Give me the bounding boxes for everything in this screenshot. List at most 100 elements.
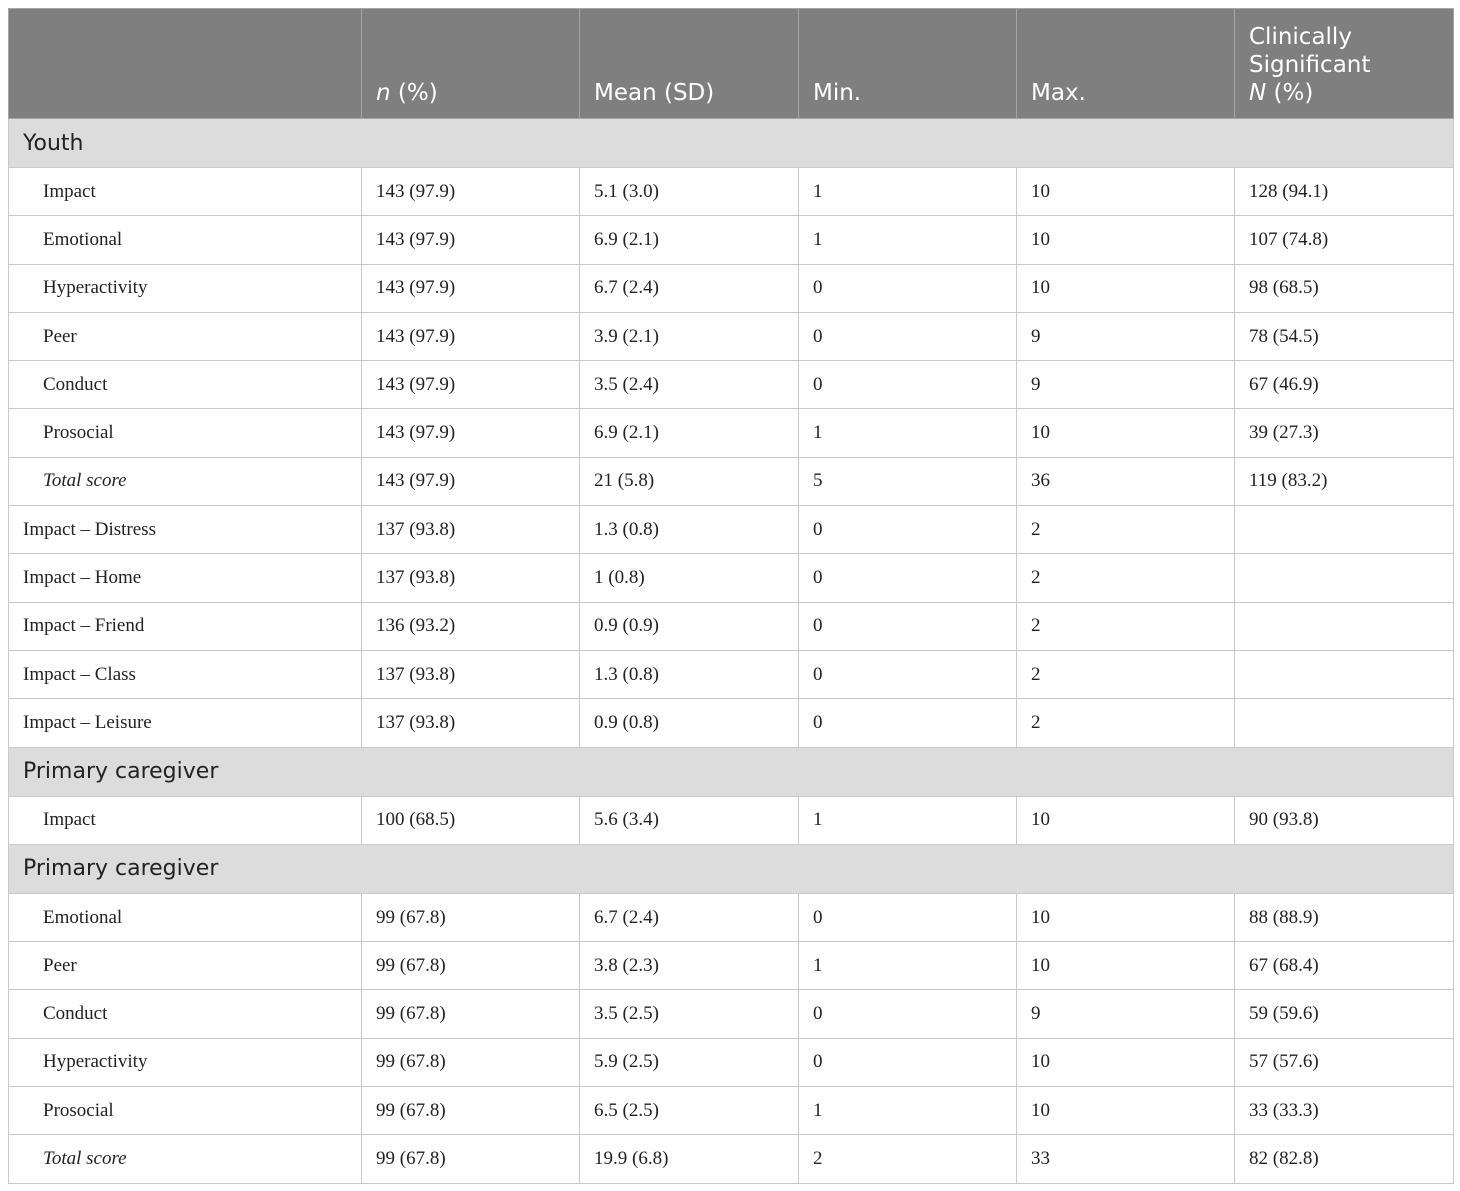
cell-mean-sd: 5.6 (3.4)	[579, 795, 799, 845]
cell-clinically-significant: 67 (68.4)	[1234, 941, 1454, 991]
section-label: Primary caregiver	[8, 746, 1454, 797]
header-min: Min.	[798, 8, 1017, 119]
cell-min: 0	[798, 553, 1017, 603]
header-cs-rest: (%)	[1266, 80, 1314, 106]
cell-mean-sd: 21 (5.8)	[579, 456, 799, 507]
cell-max: 36	[1016, 456, 1235, 507]
row-label: Conduct	[8, 989, 362, 1039]
cell-mean-sd: 1 (0.8)	[579, 553, 799, 603]
row-label: Emotional	[8, 215, 362, 265]
section-row: Primary caregiver	[8, 843, 1454, 894]
cell-mean-sd: 0.9 (0.8)	[579, 698, 799, 748]
cell-min: 0	[798, 311, 1017, 362]
cell-mean-sd: 5.9 (2.5)	[579, 1037, 799, 1088]
row-label: Total score	[8, 1134, 362, 1184]
row-label: Conduct	[8, 360, 362, 410]
table-row: Emotional 99 (67.8) 6.7 (2.4) 0 10 88 (88.9)	[8, 892, 1454, 943]
table-row: Impact – Leisure 137 (93.8) 0.9 (0.8) 0 2	[8, 698, 1454, 748]
cell-mean-sd: 19.9 (6.8)	[579, 1134, 799, 1184]
header-cs-line3: N (%)	[1249, 79, 1439, 107]
section-label: Primary caregiver	[8, 843, 1454, 894]
cell-n-percent: 99 (67.8)	[361, 892, 580, 943]
table-row: Impact – Home 137 (93.8) 1 (0.8) 0 2	[8, 553, 1454, 603]
row-label: Prosocial	[8, 408, 362, 458]
cell-mean-sd: 6.7 (2.4)	[579, 263, 799, 313]
cell-min: 1	[798, 941, 1017, 991]
cell-min: 0	[798, 263, 1017, 313]
table-row: Prosocial 143 (97.9) 6.9 (2.1) 1 10 39 (27.3)	[8, 408, 1454, 458]
cell-max: 10	[1016, 263, 1235, 313]
row-label: Hyperactivity	[8, 263, 362, 313]
cell-clinically-significant: 90 (93.8)	[1234, 795, 1454, 845]
table-row: Impact – Distress 137 (93.8) 1.3 (0.8) 0 2	[8, 505, 1454, 555]
cell-mean-sd: 3.5 (2.5)	[579, 989, 799, 1039]
cell-mean-sd: 3.5 (2.4)	[579, 360, 799, 410]
cell-max: 9	[1016, 360, 1235, 410]
cell-mean-sd: 6.7 (2.4)	[579, 892, 799, 943]
cell-n-percent: 99 (67.8)	[361, 941, 580, 991]
cell-max: 2	[1016, 553, 1235, 603]
cell-clinically-significant: 57 (57.6)	[1234, 1037, 1454, 1088]
cell-n-percent: 143 (97.9)	[361, 263, 580, 313]
cell-min: 0	[798, 698, 1017, 748]
cell-clinically-significant: 78 (54.5)	[1234, 311, 1454, 362]
cell-min: 1	[798, 215, 1017, 265]
cell-min: 1	[798, 166, 1017, 217]
cell-min: 0	[798, 505, 1017, 555]
cell-max: 10	[1016, 795, 1235, 845]
cell-min: 0	[798, 892, 1017, 943]
cell-min: 0	[798, 989, 1017, 1039]
cell-clinically-significant	[1234, 553, 1454, 603]
row-label: Peer	[8, 941, 362, 991]
cell-n-percent: 143 (97.9)	[361, 408, 580, 458]
cell-max: 2	[1016, 601, 1235, 651]
cell-n-percent: 143 (97.9)	[361, 456, 580, 507]
cell-clinically-significant	[1234, 698, 1454, 748]
section-row: Primary caregiver	[8, 746, 1454, 797]
cell-min: 5	[798, 456, 1017, 507]
cell-clinically-significant: 88 (88.9)	[1234, 892, 1454, 943]
header-n-rest: (%)	[390, 80, 438, 106]
row-label: Impact – Friend	[8, 601, 362, 651]
cell-max: 10	[1016, 1037, 1235, 1088]
cell-mean-sd: 5.1 (3.0)	[579, 166, 799, 217]
header-max: Max.	[1016, 8, 1235, 119]
table-row: Emotional 143 (97.9) 6.9 (2.1) 1 10 107 (74.8…	[8, 215, 1454, 265]
cell-min: 0	[798, 1037, 1017, 1088]
cell-clinically-significant: 82 (82.8)	[1234, 1134, 1454, 1184]
row-label: Impact	[8, 795, 362, 845]
row-label: Impact – Class	[8, 649, 362, 700]
row-label: Prosocial	[8, 1086, 362, 1136]
table-row: Peer 99 (67.8) 3.8 (2.3) 1 10 67 (68.4)	[8, 941, 1454, 991]
cell-max: 2	[1016, 698, 1235, 748]
cell-n-percent: 143 (97.9)	[361, 215, 580, 265]
cell-max: 2	[1016, 505, 1235, 555]
cell-clinically-significant: 119 (83.2)	[1234, 456, 1454, 507]
cell-clinically-significant: 59 (59.6)	[1234, 989, 1454, 1039]
cell-max: 10	[1016, 166, 1235, 217]
header-clinically-significant: Clinically Significant N (%)	[1234, 8, 1454, 119]
cell-mean-sd: 6.9 (2.1)	[579, 215, 799, 265]
cell-clinically-significant: 67 (46.9)	[1234, 360, 1454, 410]
cell-min: 1	[798, 1086, 1017, 1136]
cell-clinically-significant	[1234, 505, 1454, 555]
table-body: Youth Impact 143 (97.9) 5.1 (3.0) 1 10 128 (94…	[8, 118, 1454, 1184]
row-label: Impact – Leisure	[8, 698, 362, 748]
cell-n-percent: 99 (67.8)	[361, 1086, 580, 1136]
results-table: n (%) Mean (SD) Min. Max. Clinically Sig…	[8, 8, 1454, 1184]
cell-max: 9	[1016, 989, 1235, 1039]
cell-mean-sd: 6.5 (2.5)	[579, 1086, 799, 1136]
cell-min: 1	[798, 408, 1017, 458]
row-label: Impact – Home	[8, 553, 362, 603]
section-label: Youth	[8, 118, 1454, 168]
cell-n-percent: 137 (93.8)	[361, 649, 580, 700]
cell-max: 33	[1016, 1134, 1235, 1184]
cell-clinically-significant	[1234, 601, 1454, 651]
cell-clinically-significant: 98 (68.5)	[1234, 263, 1454, 313]
cell-n-percent: 99 (67.8)	[361, 989, 580, 1039]
cell-n-percent: 143 (97.9)	[361, 360, 580, 410]
cell-mean-sd: 0.9 (0.9)	[579, 601, 799, 651]
cell-n-percent: 99 (67.8)	[361, 1037, 580, 1088]
table-row: Impact – Class 137 (93.8) 1.3 (0.8) 0 2	[8, 649, 1454, 700]
table-row: Impact 100 (68.5) 5.6 (3.4) 1 10 90 (93.8)	[8, 795, 1454, 845]
